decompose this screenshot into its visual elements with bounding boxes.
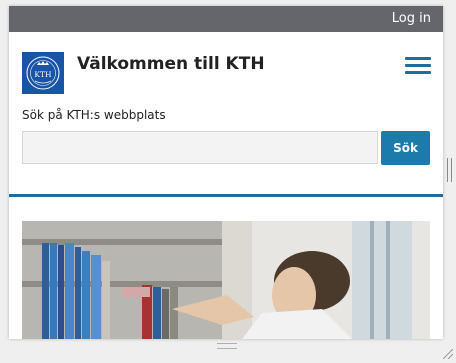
- hero-photo-student-bookshelf: [22, 221, 430, 339]
- login-link[interactable]: Log in: [392, 11, 431, 26]
- site-title: Välkommen till KTH: [77, 54, 265, 74]
- page-frame: Log in KTH Välkommen till KTH Sök på KTH…: [9, 6, 443, 339]
- top-bar: Log in: [9, 6, 443, 32]
- search-button[interactable]: Sök: [381, 131, 430, 165]
- resize-corner-icon[interactable]: [443, 349, 453, 359]
- scrollbar-handle[interactable]: [447, 158, 452, 182]
- svg-text:KTH: KTH: [34, 70, 52, 79]
- site-header: KTH Välkommen till KTH: [9, 32, 443, 94]
- drag-handle-icon[interactable]: [217, 343, 237, 349]
- search-input[interactable]: [22, 131, 378, 164]
- search-label: Sök på KTH:s webbplats: [22, 108, 166, 122]
- accent-divider: [9, 194, 443, 197]
- kth-crest-icon: KTH: [26, 56, 60, 90]
- kth-logo[interactable]: KTH: [22, 52, 64, 94]
- hamburger-menu-icon[interactable]: [405, 57, 431, 75]
